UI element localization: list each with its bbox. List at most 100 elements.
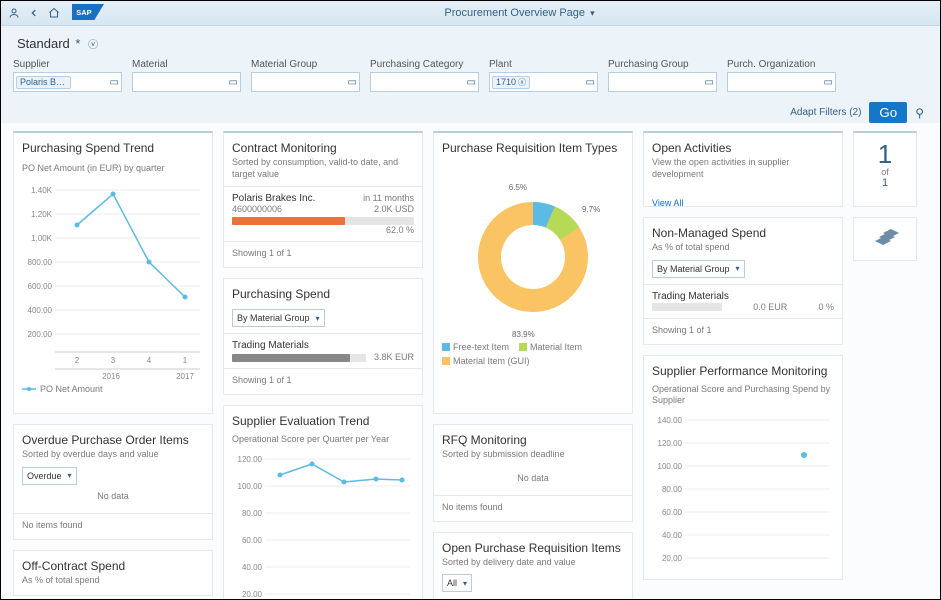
svg-text:40.00: 40.00	[662, 531, 683, 540]
card-off-contract-spend[interactable]: Off-Contract Spend As % of total spend	[13, 550, 213, 597]
filter-plant-token[interactable]: 1710ⓧ	[492, 76, 530, 89]
card-contract-monitoring[interactable]: Contract Monitoring Sorted by consumptio…	[223, 131, 423, 268]
column-2: Contract Monitoring Sorted by consumptio…	[223, 131, 423, 599]
non-managed-select[interactable]: By Material Group▾	[652, 260, 745, 278]
svg-text:60.00: 60.00	[662, 508, 683, 517]
overdue-select[interactable]: Overdue▾	[22, 467, 77, 485]
stack-icon	[871, 227, 899, 251]
filter-purchasing-category: Purchasing Category ▭	[370, 59, 479, 92]
card-purchasing-spend[interactable]: Purchasing Spend By Material Group▾ Trad…	[223, 278, 423, 395]
svg-text:1: 1	[183, 356, 188, 365]
value-help-icon[interactable]: ▭	[467, 77, 476, 88]
card-rfq-monitoring[interactable]: RFQ Monitoring Sorted by submission dead…	[433, 424, 633, 522]
filter-purchasing-group-textfield[interactable]	[611, 77, 705, 88]
card-footer: Showing 1 of 1	[652, 325, 834, 335]
card-purchasing-spend-trend[interactable]: Purchasing Spend Trend PO Net Amount (in…	[13, 131, 213, 414]
filter-purchasing-category-input[interactable]: ▭	[370, 72, 479, 92]
card-subtitle: Operational Score and Purchasing Spend b…	[652, 384, 834, 407]
filter-purchasing-organization: Purch. Organization ▭	[727, 59, 836, 92]
filter-material-input[interactable]: ▭	[132, 72, 241, 92]
spend-row-bar	[232, 354, 366, 362]
back-icon[interactable]	[27, 6, 41, 20]
purchasing-spend-groupby-select[interactable]: By Material Group▾	[232, 309, 325, 327]
chevron-down-icon: ▾	[736, 264, 740, 273]
value-help-icon[interactable]: ▭	[348, 77, 357, 88]
filter-plant-textfield[interactable]	[532, 77, 586, 88]
filter-plant: Plant 1710ⓧ ▭	[489, 59, 598, 92]
filter-purchasing-organization-textfield[interactable]	[730, 77, 824, 88]
filter-supplier-textfield[interactable]	[73, 77, 110, 88]
variant-dropdown-icon[interactable]: ⓥ	[88, 40, 98, 51]
filter-purchasing-group-label: Purchasing Group	[608, 59, 717, 70]
counter-denominator: 1	[862, 177, 908, 189]
filter-actions: Adapt Filters (2) Go ⚲	[13, 92, 928, 123]
go-button[interactable]: Go	[869, 102, 907, 123]
filter-purchasing-organization-label: Purch. Organization	[727, 59, 836, 70]
filter-purchasing-category-textfield[interactable]	[373, 77, 467, 88]
adapt-filters-link[interactable]: Adapt Filters (2)	[790, 107, 861, 118]
value-help-icon[interactable]: ▭	[586, 77, 595, 88]
svg-text:80.00: 80.00	[662, 485, 683, 494]
slice-label-c: 83.9%	[512, 330, 535, 339]
column-3: Purchase Requisition Item Types 6.5% 9.7…	[433, 131, 633, 599]
home-icon[interactable]	[47, 6, 61, 20]
card-pr-item-types[interactable]: Purchase Requisition Item Types 6.5% 9.7…	[433, 131, 633, 414]
contract-id: 4600000006	[232, 204, 282, 214]
chevron-down-icon: ▾	[590, 8, 595, 18]
open-pr-select[interactable]: All▾	[442, 574, 472, 592]
filter-plant-input[interactable]: 1710ⓧ ▭	[489, 72, 598, 92]
card-open-activities[interactable]: Open Activities View the open activities…	[643, 131, 843, 207]
value-help-icon[interactable]: ▭	[229, 77, 238, 88]
value-help-icon[interactable]: ▭	[110, 77, 119, 88]
card-footer: No items found	[22, 520, 204, 530]
svg-text:80.00: 80.00	[242, 509, 263, 518]
card-subtitle: View the open activities in supplier dev…	[652, 157, 834, 180]
card-activity-icon[interactable]	[853, 217, 917, 261]
pin-icon[interactable]: ⚲	[915, 106, 924, 120]
scatter-point	[801, 452, 807, 458]
view-all-link[interactable]: View All	[652, 198, 683, 208]
card-title: Off-Contract Spend	[22, 559, 204, 573]
app-title[interactable]: Procurement Overview Page ▾	[105, 7, 934, 19]
filter-purchasing-organization-input[interactable]: ▭	[727, 72, 836, 92]
filter-purchasing-group-input[interactable]: ▭	[608, 72, 717, 92]
card-open-pr-items[interactable]: Open Purchase Requisition Items Sorted b…	[433, 532, 633, 599]
card-non-managed-spend[interactable]: Non-Managed Spend As % of total spend By…	[643, 217, 843, 345]
value-help-icon[interactable]: ▭	[824, 77, 833, 88]
card-supplier-evaluation-trend[interactable]: Supplier Evaluation Trend Operational Sc…	[223, 405, 423, 599]
user-icon[interactable]	[7, 6, 21, 20]
legend-label: Material Item (GUI)	[453, 356, 530, 366]
nm-row-pct: 0 %	[818, 302, 834, 312]
token-close-icon[interactable]: ⓧ	[518, 78, 526, 87]
card-subtitle: Sorted by submission deadline	[442, 449, 624, 461]
variant-title[interactable]: Standard * ⓥ	[13, 32, 928, 59]
filter-material-textfield[interactable]	[135, 77, 229, 88]
column-1: Purchasing Spend Trend PO Net Amount (in…	[13, 131, 213, 596]
open-pr-nodata: No data	[442, 592, 624, 599]
contract-expiry: in 11 months	[363, 193, 414, 203]
pr-item-types-chart: 6.5% 9.7% 83.9%	[442, 157, 624, 357]
filter-material-group-input[interactable]: ▭	[251, 72, 360, 92]
contract-supplier-name: Polaris Brakes Inc.	[232, 193, 315, 204]
svg-text:200.00: 200.00	[28, 330, 53, 339]
legend-label: Free-text Item	[453, 342, 509, 352]
card-supplier-performance[interactable]: Supplier Performance Monitoring Operatio…	[643, 355, 843, 580]
svg-text:40.00: 40.00	[242, 563, 263, 572]
contract-amount: 2.0K USD	[374, 204, 414, 214]
legend-swatch	[519, 343, 527, 351]
legend-label: PO Net Amount	[40, 384, 103, 394]
filter-supplier-input[interactable]: Polaris Brakes …ⓧ ▭	[13, 72, 122, 92]
column-5: 1 of 1	[853, 131, 917, 261]
card-overdue-po-items[interactable]: Overdue Purchase Order Items Sorted by o…	[13, 424, 213, 540]
card-activity-counter[interactable]: 1 of 1	[853, 131, 917, 207]
filter-supplier: Supplier Polaris Brakes …ⓧ ▭	[13, 59, 122, 92]
card-title: Non-Managed Spend	[652, 226, 834, 240]
svg-text:120.00: 120.00	[238, 455, 263, 464]
legend-swatch	[442, 343, 450, 351]
filter-material-group: Material Group ▭	[251, 59, 360, 92]
filter-material-group-textfield[interactable]	[254, 77, 348, 88]
filter-supplier-token[interactable]: Polaris Brakes …ⓧ	[16, 76, 71, 89]
card-subtitle: Sorted by consumption, valid-to date, an…	[232, 157, 414, 180]
value-help-icon[interactable]: ▭	[705, 77, 714, 88]
card-subtitle: As % of total spend	[652, 242, 834, 254]
